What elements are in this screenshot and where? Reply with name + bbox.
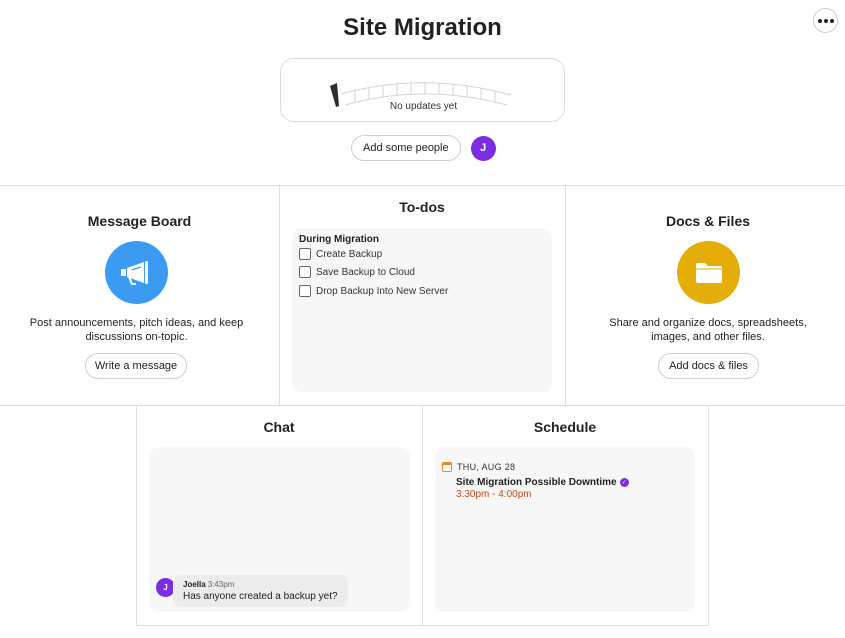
schedule-event-time: 3:30pm - 4:00pm — [456, 489, 532, 500]
divider — [0, 185, 845, 186]
add-docs-files-button[interactable]: Add docs & files — [658, 353, 759, 379]
page-title: Site Migration — [343, 14, 502, 41]
todo-label[interactable]: Create Backup — [316, 249, 382, 260]
avatar[interactable]: J — [470, 135, 496, 161]
calendar-icon — [442, 462, 452, 472]
activity-status-text: No updates yet — [389, 101, 458, 112]
checkmark-icon: ✓ — [619, 478, 629, 487]
megaphone-icon — [105, 241, 168, 304]
add-people-button[interactable]: Add some people — [351, 135, 461, 161]
gauge-dial-icon — [330, 82, 512, 107]
chat-title[interactable]: Chat — [136, 419, 422, 435]
todo-label[interactable]: Save Backup to Cloud — [316, 267, 415, 278]
chat-message-text: Has anyone created a backup yet? — [183, 591, 338, 602]
message-board-title[interactable]: Message Board — [0, 213, 279, 229]
todo-item[interactable]: Save Backup to Cloud — [299, 266, 415, 278]
todo-item[interactable]: Drop Backup Into New Server — [299, 285, 448, 297]
people-row: Add some people J — [351, 135, 496, 161]
activity-gauge[interactable]: No updates yet — [280, 58, 565, 122]
schedule-event[interactable]: Site Migration Possible Downtime ✓ — [456, 477, 629, 488]
schedule-title[interactable]: Schedule — [422, 419, 708, 435]
chat-bubble: Joella 3:43pm Has anyone created a backup… — [173, 575, 348, 607]
todo-label[interactable]: Drop Backup Into New Server — [316, 286, 448, 297]
message-board-description: Post announcements, pitch ideas, and kee… — [29, 317, 244, 343]
todos-title[interactable]: To-dos — [279, 199, 565, 215]
chat-author: Joella — [183, 580, 206, 589]
write-message-button[interactable]: Write a message — [85, 353, 187, 379]
todo-checkbox[interactable] — [299, 266, 311, 278]
divider — [708, 405, 709, 626]
docs-files-title[interactable]: Docs & Files — [565, 213, 845, 229]
divider — [136, 625, 709, 626]
todo-item[interactable]: Create Backup — [299, 248, 382, 260]
divider — [422, 405, 423, 626]
folder-icon — [677, 241, 740, 304]
divider — [279, 185, 280, 405]
schedule-date: THU, AUG 28 — [442, 462, 515, 472]
divider — [136, 405, 137, 626]
chat-timestamp: 3:43pm — [207, 580, 235, 589]
chat-message[interactable]: J Joella 3:43pm Has anyone created a back… — [156, 575, 348, 607]
schedule-event-title[interactable]: Site Migration Possible Downtime — [456, 477, 617, 488]
todo-checkbox[interactable] — [299, 248, 311, 260]
todo-group-name[interactable]: During Migration — [299, 234, 379, 245]
docs-files-description: Share and organize docs, spreadsheets, i… — [609, 317, 807, 343]
todo-checkbox[interactable] — [299, 285, 311, 297]
